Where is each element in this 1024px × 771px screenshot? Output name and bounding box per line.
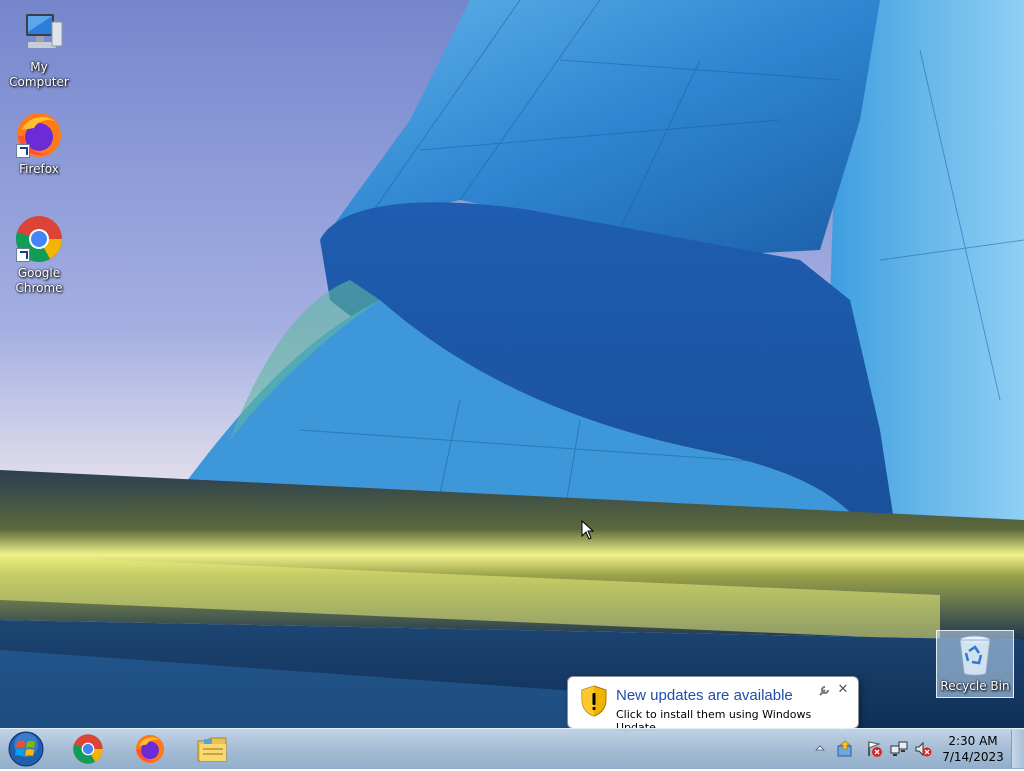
desktop-icon-label: Recycle Bin	[940, 679, 1010, 693]
computer-icon	[14, 8, 64, 58]
taskbar: 2:30 AM 7/14/2023	[0, 728, 1024, 769]
network-icon[interactable]	[890, 740, 908, 758]
folder-icon	[197, 737, 227, 762]
chrome-icon	[14, 214, 64, 264]
desktop-icon-label: Google Chrome	[15, 266, 63, 295]
windows-update-icon[interactable]	[836, 740, 854, 758]
shield-warning-icon	[581, 685, 607, 717]
desktop-icon-firefox[interactable]: Firefox	[0, 110, 78, 177]
volume-muted-icon[interactable]	[914, 740, 932, 758]
clock-time: 2:30 AM	[948, 734, 998, 748]
notification-title: New updates are available	[616, 687, 793, 704]
clock-date: 7/14/2023	[942, 750, 1004, 764]
desktop-icon-label: My Computer	[9, 60, 69, 89]
taskbar-explorer-button[interactable]	[188, 731, 236, 767]
system-clock[interactable]: 2:30 AM 7/14/2023	[940, 733, 1006, 765]
desktop-icon-recycle-bin[interactable]: Recycle Bin	[936, 630, 1014, 698]
taskbar-firefox-button[interactable]	[126, 731, 174, 767]
wallpaper	[0, 0, 1024, 728]
desktop-icon-google-chrome[interactable]: Google Chrome	[0, 214, 78, 296]
close-icon[interactable]: ✕	[836, 683, 850, 697]
firefox-icon	[135, 734, 165, 764]
desktop[interactable]: My Computer Firefox Google Chrome Recycl…	[0, 0, 1024, 728]
chrome-icon	[73, 734, 103, 764]
windows-logo-icon	[8, 731, 44, 767]
mouse-cursor-icon	[581, 520, 595, 540]
desktop-icon-label: Firefox	[19, 162, 59, 176]
taskbar-chrome-button[interactable]	[64, 731, 112, 767]
recycle-bin-icon	[955, 633, 995, 677]
action-center-icon[interactable]	[865, 740, 883, 758]
show-hidden-icons-icon[interactable]	[814, 741, 826, 755]
shortcut-arrow-icon	[16, 144, 30, 158]
firefox-icon	[14, 110, 64, 160]
show-desktop-button[interactable]	[1011, 730, 1024, 768]
update-notification-balloon[interactable]: New updates are available Click to insta…	[567, 676, 859, 740]
shortcut-arrow-icon	[16, 248, 30, 262]
wrench-icon[interactable]	[818, 685, 830, 697]
start-button[interactable]	[7, 730, 45, 768]
desktop-icon-my-computer[interactable]: My Computer	[0, 8, 78, 90]
